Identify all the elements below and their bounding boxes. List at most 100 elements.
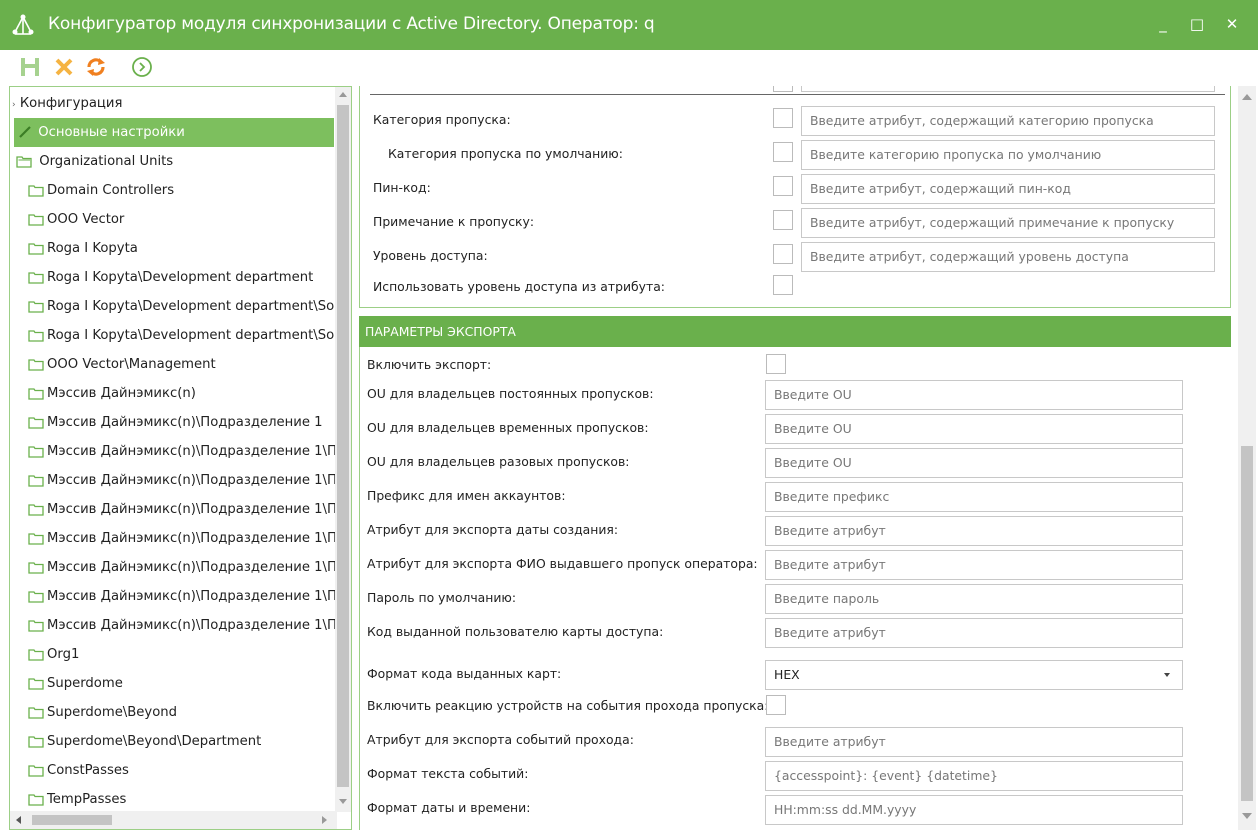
- tree-item-ou[interactable]: Roga I Kopyta\Development department: [28, 263, 313, 292]
- event-attr-field[interactable]: Введите атрибут: [765, 727, 1183, 757]
- cancel-icon[interactable]: [52, 55, 76, 79]
- scroll-left-icon[interactable]: [16, 816, 21, 824]
- tree-item-ou[interactable]: Roga I Kopyta\Development department\Som…: [28, 321, 351, 350]
- tree-item-label: Roga I Kopyta\Development department: [47, 270, 314, 285]
- folder-icon: [28, 648, 44, 661]
- close-button[interactable]: ✕: [1221, 13, 1243, 35]
- tree-item-label: Мэссив Дайнэмикс(n)\Подразделение 1\Под: [47, 444, 352, 459]
- scroll-up-icon[interactable]: [339, 92, 347, 97]
- folder-icon: [28, 300, 44, 313]
- export-row-field[interactable]: Введите OU: [765, 448, 1183, 478]
- refresh-icon[interactable]: [84, 55, 108, 79]
- config-tree-panel[interactable]: › Конфигурация Основные настройки Organi…: [9, 86, 352, 830]
- export-row-label: Пароль по умолчанию:: [367, 590, 516, 605]
- maximize-button[interactable]: □: [1186, 13, 1208, 35]
- tree-vertical-scroll-thumb[interactable]: [337, 105, 349, 787]
- tree-item-ou[interactable]: Мэссив Дайнэмикс(n)\Подразделение 1\Под: [28, 437, 352, 466]
- upper-row-checkbox[interactable]: [773, 244, 793, 264]
- upper-row-checkbox[interactable]: [773, 108, 793, 128]
- upper-row-field[interactable]: Введите категорию пропуска по умолчанию: [801, 140, 1215, 170]
- settings-vertical-scroll-thumb[interactable]: [1241, 446, 1253, 801]
- export-row-label: Префикс для имен аккаунтов:: [367, 488, 566, 503]
- partial-hidden-checkbox[interactable]: [773, 86, 793, 92]
- save-icon[interactable]: [18, 55, 42, 79]
- folder-icon: [28, 445, 44, 458]
- export-row-field[interactable]: Введите OU: [765, 414, 1183, 444]
- tree-item-ou[interactable]: Мэссив Дайнэмикс(n)\Подразделение 1: [28, 408, 323, 437]
- upper-row-field[interactable]: Введите атрибут, содержащий уровень дост…: [801, 242, 1215, 272]
- tree-item-ou[interactable]: OOO Vector: [28, 205, 124, 234]
- folder-icon: [28, 387, 44, 400]
- upper-row-checkbox[interactable]: [773, 142, 793, 162]
- app-logo-icon: [12, 14, 34, 35]
- tree-item-label: Superdome\Beyond: [47, 705, 178, 720]
- scroll-up-icon[interactable]: [1242, 94, 1252, 100]
- wrench-icon: [19, 126, 31, 138]
- tree-item-ou[interactable]: Superdome\Beyond\Department: [28, 727, 261, 756]
- upper-row-field[interactable]: Введите атрибут, содержащий примечание к…: [801, 208, 1215, 238]
- scroll-down-icon[interactable]: [1242, 813, 1252, 819]
- tree-item-ou[interactable]: Мэссив Дайнэмикс(n)\Подразделение 1\Под: [28, 611, 352, 640]
- tree-item-label: Roga I Kopyta\Development department\Som…: [47, 299, 352, 314]
- tree-item-ou[interactable]: Мэссив Дайнэмикс(n)\Подразделение 1\Под: [28, 466, 352, 495]
- folder-icon: [28, 329, 44, 342]
- tree-item-ou[interactable]: TempPasses: [28, 785, 126, 814]
- upper-row-field[interactable]: Введите атрибут, содержащий пин-код: [801, 174, 1215, 204]
- settings-vertical-scrollbar[interactable]: [1238, 86, 1256, 830]
- export-row-field[interactable]: Введите OU: [765, 380, 1183, 410]
- tree-item-ou[interactable]: Мэссив Дайнэмикс(n): [28, 379, 196, 408]
- folder-icon: [28, 793, 44, 806]
- tree-item-ou[interactable]: Superdome: [28, 669, 123, 698]
- export-row-field[interactable]: Введите атрибут: [765, 516, 1183, 546]
- tree-item-ou[interactable]: Domain Controllers: [28, 176, 174, 205]
- upper-row-checkbox[interactable]: [773, 176, 793, 196]
- tree-item-ou[interactable]: Roga I Kopyta: [28, 234, 138, 263]
- export-row-field[interactable]: Введите атрибут: [765, 550, 1183, 580]
- tree-item-ou[interactable]: Мэссив Дайнэмикс(n)\Подразделение 1\Под: [28, 553, 351, 582]
- tree-item-label: Roga I Kopyta: [47, 241, 138, 256]
- export-row-field[interactable]: Введите префикс: [765, 482, 1183, 512]
- tree-horizontal-scrollbar[interactable]: [10, 811, 337, 829]
- minimize-button[interactable]: _: [1152, 13, 1174, 35]
- scroll-down-icon[interactable]: [339, 799, 347, 804]
- tree-item-label: TempPasses: [47, 792, 127, 807]
- section-divider: [370, 94, 1225, 95]
- export-row-label: Код выданной пользователю карты доступа:: [367, 624, 664, 639]
- tree-horizontal-scroll-thumb[interactable]: [32, 815, 112, 825]
- event-text-format-field[interactable]: {accesspoint}: {event} {datetime}: [765, 761, 1183, 791]
- forward-icon[interactable]: [130, 55, 154, 79]
- tree-item-label: Superdome\Beyond\Department: [47, 734, 262, 749]
- enable-export-checkbox[interactable]: [766, 354, 786, 374]
- tree-vertical-scrollbar[interactable]: [335, 87, 351, 812]
- datetime-format-field[interactable]: HH:mm:ss dd.MM.yyyy: [765, 795, 1183, 825]
- upper-row-checkbox[interactable]: [773, 210, 793, 230]
- partial-hidden-field[interactable]: [801, 86, 1215, 92]
- export-row-field[interactable]: Введите пароль: [765, 584, 1183, 614]
- tree-item-label: Мэссив Дайнэмикс(n)\Подразделение 1\Под: [47, 618, 352, 633]
- tree-item-ou[interactable]: Мэссив Дайнэмикс(n)\Подразделение 1\Под: [28, 582, 351, 611]
- folder-icon: [28, 271, 44, 284]
- tree-item-ou[interactable]: Мэссив Дайнэмикс(n)\Подразделение 1\Под: [28, 524, 351, 553]
- tree-item-ou[interactable]: OOO Vector\Management: [28, 350, 216, 379]
- tree-item-ou[interactable]: Superdome\Beyond: [28, 698, 177, 727]
- tree-item-ou[interactable]: ConstPasses: [28, 756, 129, 785]
- upper-row-field[interactable]: Введите атрибут, содержащий категорию пр…: [801, 106, 1215, 136]
- export-row-field[interactable]: Введите атрибут: [765, 618, 1183, 648]
- tree-item-ou[interactable]: Мэссив Дайнэмикс(n)\Подразделение 1\Под: [28, 495, 351, 524]
- device-reaction-checkbox[interactable]: [766, 695, 786, 715]
- upper-row-label: Примечание к пропуску:: [373, 214, 535, 229]
- tree-item-label: Мэссив Дайнэмикс(n)\Подразделение 1\Под: [47, 473, 352, 488]
- card-format-select[interactable]: HEX: [765, 660, 1183, 690]
- use-access-level-checkbox[interactable]: [773, 275, 793, 295]
- tree-item-label: Мэссив Дайнэмикс(n)\Подразделение 1: [47, 415, 323, 430]
- tree-item-ou[interactable]: Roga I Kopyta\Development department\Som…: [28, 292, 352, 321]
- tree-item-ou[interactable]: Org1: [28, 640, 79, 669]
- expand-arrow-icon[interactable]: ›: [12, 100, 16, 110]
- tree-item-organizational-units[interactable]: Organizational Units: [16, 147, 173, 176]
- folder-icon: [28, 619, 44, 632]
- folder-icon: [28, 764, 44, 777]
- scroll-right-icon[interactable]: [322, 816, 327, 824]
- tree-item-main-settings[interactable]: Основные настройки: [14, 118, 334, 147]
- tree-item-label: Superdome: [47, 676, 123, 691]
- tree-root-item[interactable]: › Конфигурация: [12, 89, 122, 118]
